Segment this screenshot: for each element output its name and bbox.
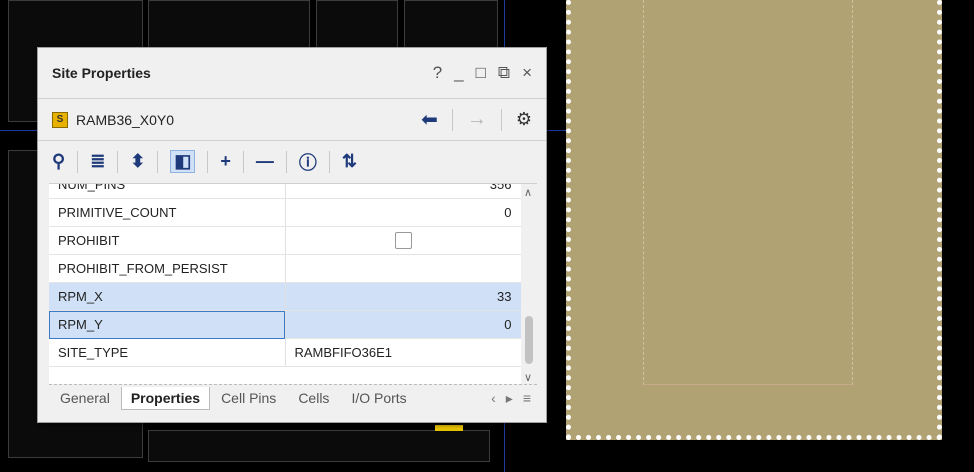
navigation: ⬅ → ⚙ <box>421 107 532 132</box>
maximize-icon[interactable]: □ <box>476 63 486 83</box>
property-name: PRIMITIVE_COUNT <box>49 198 286 227</box>
tab-cell-pins[interactable]: Cell Pins <box>210 390 287 406</box>
chevron-down-icon[interactable]: ∨ <box>524 371 532 384</box>
divider <box>157 150 159 173</box>
scrollbar-thumb[interactable] <box>525 316 533 364</box>
property-name: RPM_X <box>49 282 286 311</box>
table-row[interactable]: NUM_PINS 356 <box>49 184 522 199</box>
site-icon: S <box>52 111 68 128</box>
menu-icon[interactable]: ≡ <box>523 390 531 407</box>
divider <box>207 150 209 173</box>
property-value: 356 <box>285 184 522 199</box>
forward-arrow-icon[interactable]: → <box>467 108 487 131</box>
selected-site-marker[interactable] <box>435 425 463 431</box>
tab-cells[interactable]: Cells <box>287 390 340 406</box>
divider <box>451 108 453 131</box>
panel-title: Site Properties <box>52 65 151 81</box>
group-icon[interactable]: ◧ <box>170 150 196 173</box>
divider <box>77 150 79 173</box>
help-icon[interactable]: ? <box>433 63 442 83</box>
collapse-all-icon[interactable]: ≣ <box>90 151 105 172</box>
window-controls: ? _ □ ⧉ × <box>433 63 532 83</box>
property-name: SITE_TYPE <box>49 338 286 367</box>
property-value[interactable]: 0 <box>285 310 522 339</box>
table-row[interactable]: PROHIBIT <box>49 226 522 255</box>
gear-icon[interactable]: ⚙ <box>516 109 532 130</box>
panel-tabs: General Properties Cell Pins Cells I/O P… <box>49 384 537 411</box>
object-header: S RAMB36_X0Y0 ⬅ → ⚙ <box>38 98 546 140</box>
chevron-right-icon[interactable]: ▸ <box>506 390 513 407</box>
properties-toolbar: ⚲ ≣ ⬍ ◧ + — ⓘ ⇅ <box>38 140 546 182</box>
property-value[interactable] <box>285 254 522 283</box>
remove-icon[interactable]: — <box>256 151 274 172</box>
divider <box>242 150 244 173</box>
expand-all-icon[interactable]: ⬍ <box>130 151 145 172</box>
table-row[interactable]: RPM_Y 0 <box>49 310 522 339</box>
table-row[interactable]: PRIMITIVE_COUNT 0 <box>49 198 522 227</box>
tab-io-ports[interactable]: I/O Ports <box>340 390 417 406</box>
restore-icon[interactable]: ⧉ <box>498 63 510 83</box>
property-name: NUM_PINS <box>49 184 286 199</box>
minimize-icon[interactable]: _ <box>454 63 463 83</box>
close-icon[interactable]: × <box>522 63 532 83</box>
property-value: RAMBFIFO36E1 <box>285 338 522 367</box>
table-row[interactable]: SITE_TYPE RAMBFIFO36E1 <box>49 338 522 367</box>
property-value-cell <box>285 226 522 255</box>
property-name: PROHIBIT_FROM_PERSIST <box>49 254 286 283</box>
chevron-up-icon[interactable]: ∧ <box>524 186 532 199</box>
properties-table[interactable]: NUM_PINS 356 PRIMITIVE_COUNT 0 PROHIBIT … <box>49 183 537 384</box>
property-value[interactable]: 33 <box>285 282 522 311</box>
chevron-left-icon[interactable]: ‹ <box>491 390 496 407</box>
device-inner-region <box>643 0 853 385</box>
property-name: RPM_Y <box>49 310 286 339</box>
vertical-scrollbar[interactable]: ∧ ∨ <box>521 184 537 384</box>
property-value: 0 <box>285 198 522 227</box>
divider <box>285 150 287 173</box>
table-row[interactable]: RPM_X 33 <box>49 282 522 311</box>
divider <box>328 150 330 173</box>
tab-navigation: ‹ ▸ ≡ <box>491 390 537 407</box>
prohibit-checkbox[interactable] <box>394 232 412 250</box>
tab-general[interactable]: General <box>49 390 121 406</box>
info-icon[interactable]: ⓘ <box>299 149 317 175</box>
divider <box>117 150 119 173</box>
object-name: RAMB36_X0Y0 <box>76 111 175 128</box>
site-properties-panel: Site Properties ? _ □ ⧉ × S RAMB36_X0Y0 … <box>37 47 547 423</box>
panel-titlebar[interactable]: Site Properties ? _ □ ⧉ × <box>38 48 546 98</box>
tab-properties[interactable]: Properties <box>120 386 211 410</box>
table-row[interactable]: PROHIBIT_FROM_PERSIST <box>49 254 522 283</box>
back-arrow-icon[interactable]: ⬅ <box>421 107 438 132</box>
tile-6 <box>148 430 490 462</box>
search-icon[interactable]: ⚲ <box>52 151 65 172</box>
add-icon[interactable]: + <box>220 151 231 172</box>
device-region[interactable] <box>566 0 942 440</box>
property-name: PROHIBIT <box>49 226 286 255</box>
divider <box>500 108 502 131</box>
sort-icon[interactable]: ⇅ <box>342 151 357 172</box>
